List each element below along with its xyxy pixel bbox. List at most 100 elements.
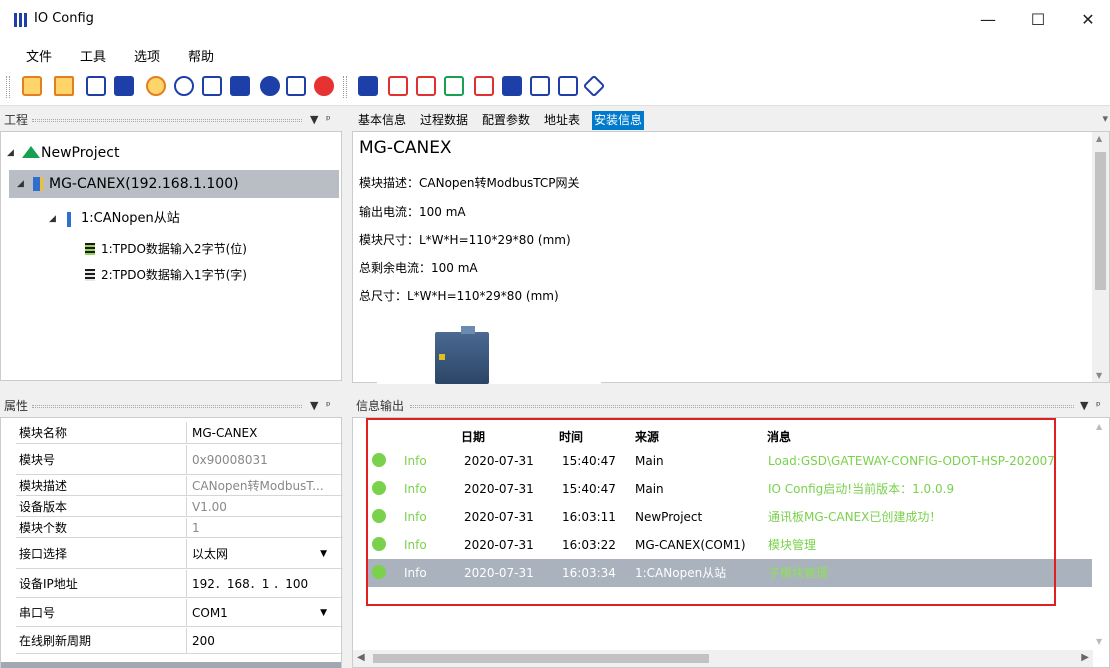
install-line: 输出电流：100 mA — [359, 205, 466, 219]
save-icon[interactable] — [86, 76, 106, 96]
prop-value: V1.00 — [192, 500, 227, 514]
tree-label-slave: 1:CANopen从站 — [81, 211, 180, 226]
properties-footer-bar — [1, 662, 341, 668]
tree-node-project[interactable]: ◢ NewProject — [1, 140, 341, 166]
prop-key: 模块号 — [19, 453, 56, 467]
export-icon[interactable] — [558, 76, 578, 96]
prop-row[interactable]: 设备版本 V1.00 — [16, 497, 343, 517]
log-vscroll[interactable]: ▲ ▼ — [1092, 418, 1109, 650]
tree-node-pdo2[interactable]: 2:TPDO数据输入1字节(字) — [1, 262, 341, 288]
prop-row[interactable]: 设备IP地址 192．168．1 ．100 — [16, 570, 343, 598]
tab-address-table[interactable]: 地址表 — [542, 111, 582, 130]
settings-icon[interactable] — [146, 76, 166, 96]
prop-row[interactable]: 在线刷新周期 200 — [16, 628, 343, 654]
prop-value[interactable]: MG-CANEX — [192, 422, 257, 444]
tab-strip: 基本信息 过程数据 配置参数 地址表 安装信息 ▾ — [352, 108, 1110, 130]
install-scrollbar[interactable]: ▲ ▼ — [1092, 132, 1109, 382]
pin-icon[interactable]: ᵖ — [1096, 397, 1101, 415]
panel-grip — [32, 405, 302, 408]
monitor-icon[interactable] — [388, 76, 408, 96]
tab-menu-icon[interactable]: ▾ — [1102, 112, 1108, 125]
help-icon[interactable] — [260, 76, 280, 96]
io-module-icon — [85, 243, 95, 255]
panel-grip — [410, 405, 1074, 408]
toolbar-separator — [343, 76, 347, 98]
info-output-header: 信息输出 ▼ ᵖ — [352, 397, 1110, 415]
prop-key: 串口号 — [19, 606, 56, 620]
toolbar-grip — [6, 76, 10, 98]
window-title: IO Config — [34, 11, 94, 26]
log-hscroll[interactable]: ◀ ▶ — [353, 650, 1093, 667]
gateway-icon — [33, 177, 43, 191]
chevron-down-icon[interactable]: ▼ — [320, 599, 327, 627]
prop-key: 在线刷新周期 — [19, 634, 92, 648]
chevron-down-icon[interactable]: ▼ — [320, 539, 327, 569]
prop-row[interactable]: 模块名称 MG-CANEX — [16, 422, 343, 444]
tab-basic-info[interactable]: 基本信息 — [356, 111, 408, 130]
refresh-period-input[interactable]: 200 — [192, 628, 215, 654]
delete-icon[interactable] — [474, 76, 494, 96]
menu-file[interactable]: 文件 — [26, 46, 52, 65]
toolbar — [0, 68, 1110, 106]
save-all-icon[interactable] — [114, 76, 134, 96]
install-line: 模块尺寸：L*W*H=110*29*80 (mm) — [359, 233, 571, 247]
ip-address-input[interactable]: 192．168．1 ．100 — [192, 570, 308, 598]
warning-icon[interactable] — [314, 76, 334, 96]
prop-value: 0x90008031 — [192, 453, 268, 467]
menu-options[interactable]: 选项 — [134, 46, 160, 65]
prop-key: 模块描述 — [19, 479, 68, 493]
tab-config-params[interactable]: 配置参数 — [480, 111, 532, 130]
tree-node-device[interactable]: ◢ MG-CANEX(192.168.1.100) — [9, 170, 339, 198]
io-module-icon — [85, 269, 95, 281]
interface-select[interactable]: 以太网 — [192, 539, 228, 569]
install-line: 总剩余电流：100 mA — [359, 261, 478, 275]
tree-label-pdo2: 2:TPDO数据输入1字节(字) — [101, 268, 247, 282]
prop-value: CANopen转ModbusT... — [192, 479, 324, 493]
dropdown-icon[interactable]: ▼ — [310, 111, 318, 129]
expand-arrow-icon[interactable]: ◢ — [17, 170, 24, 198]
prop-row[interactable]: 串口号 COM1 ▼ — [16, 599, 343, 627]
pin-icon[interactable]: ᵖ — [326, 397, 331, 415]
prop-key: 模块名称 — [19, 426, 68, 440]
prop-row[interactable]: 模块号 0x90008031 — [16, 445, 343, 475]
scroll-thumb[interactable] — [373, 654, 709, 663]
prop-key: 接口选择 — [19, 547, 68, 561]
expand-arrow-icon[interactable]: ◢ — [7, 140, 14, 166]
close-button[interactable]: ✕ — [1068, 8, 1108, 32]
menu-tools[interactable]: 工具 — [80, 46, 106, 65]
power-icon[interactable] — [416, 76, 436, 96]
dropdown-icon[interactable]: ▼ — [310, 397, 318, 415]
document-icon[interactable] — [286, 76, 306, 96]
upload-icon[interactable] — [444, 76, 464, 96]
copy-icon[interactable] — [530, 76, 550, 96]
info-icon[interactable] — [230, 76, 250, 96]
layers-icon[interactable] — [582, 74, 606, 98]
download-icon[interactable] — [202, 76, 222, 96]
prop-row[interactable]: 接口选择 以太网 ▼ — [16, 539, 343, 569]
open-project-icon[interactable] — [22, 76, 42, 96]
scroll-thumb[interactable] — [1095, 152, 1106, 290]
dropdown-icon[interactable]: ▼ — [1080, 397, 1088, 415]
tree-label-device: MG-CANEX(192.168.1.100) — [49, 176, 239, 192]
expand-arrow-icon[interactable]: ◢ — [49, 206, 56, 232]
pin-icon[interactable]: ᵖ — [326, 111, 331, 129]
title-bar: IO Config — ☐ ✕ — [0, 0, 1110, 40]
highlight-annotation-box — [366, 418, 1056, 606]
folder-icon[interactable] — [54, 76, 74, 96]
tree-node-slave[interactable]: ◢ 1:CANopen从站 — [1, 206, 341, 232]
tab-process-data[interactable]: 过程数据 — [418, 111, 470, 130]
serial-port-select[interactable]: COM1 — [192, 599, 228, 627]
install-line: 总尺寸：L*W*H=110*29*80 (mm) — [359, 289, 559, 303]
install-line: 模块描述：CANopen转ModbusTCP网关 — [359, 176, 580, 190]
prop-row[interactable]: 模块个数 1 — [16, 518, 343, 538]
menu-help[interactable]: 帮助 — [188, 46, 214, 65]
search-icon[interactable] — [174, 76, 194, 96]
window-icon[interactable] — [502, 76, 522, 96]
network-icon[interactable] — [358, 76, 378, 96]
minimize-button[interactable]: — — [968, 8, 1008, 32]
maximize-button[interactable]: ☐ — [1018, 8, 1058, 32]
tree-node-pdo1[interactable]: 1:TPDO数据输入2字节(位) — [1, 236, 341, 262]
tree-label-pdo1: 1:TPDO数据输入2字节(位) — [101, 242, 247, 256]
tab-install-info[interactable]: 安装信息 — [592, 111, 645, 130]
prop-row[interactable]: 模块描述 CANopen转ModbusT... — [16, 476, 343, 496]
